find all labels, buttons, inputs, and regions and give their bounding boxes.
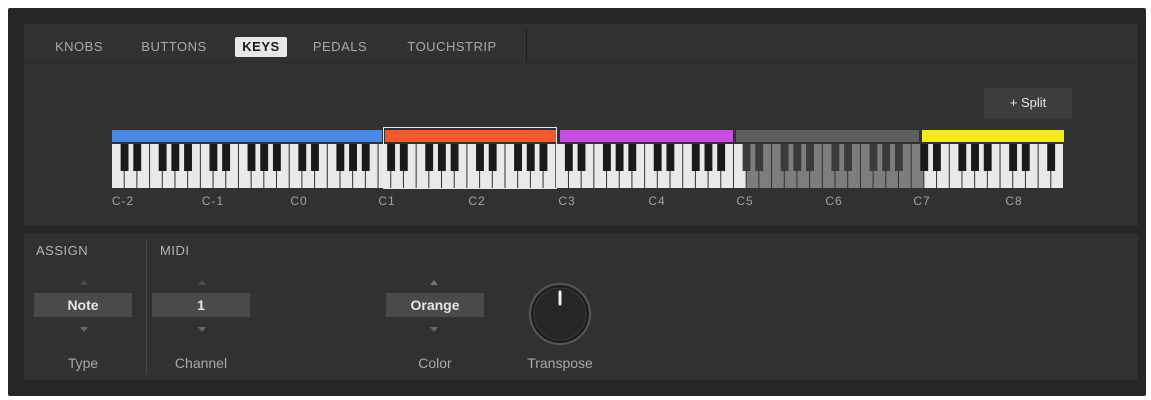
black-key[interactable] [971,144,979,171]
zone-yellow[interactable] [922,130,1064,142]
zone-blue[interactable] [112,130,382,142]
color-down-arrow-icon[interactable] [430,327,438,332]
midi-section-title: MIDI [160,243,190,258]
black-key[interactable] [272,144,281,171]
black-key[interactable] [133,144,142,171]
black-key[interactable] [894,144,903,171]
channel-selector[interactable]: 1 [152,293,250,317]
black-key[interactable] [844,144,853,171]
tab-bar: KNOBS BUTTONS KEYS PEDALS TOUCHSTRIP [24,24,1138,63]
color-selector[interactable]: Orange [386,293,484,317]
black-key[interactable] [920,144,929,171]
piano-keyboard[interactable] [112,144,1064,188]
keyboard-panel: KNOBS BUTTONS KEYS PEDALS TOUCHSTRIP + S… [24,24,1138,226]
octave-labels: C-2 C-1 C0 C1 C2 C3 C4 C5 C6 C7 C8 [24,194,1138,214]
type-down-arrow-icon[interactable] [80,327,88,332]
black-key[interactable] [602,144,611,171]
transpose-label: Transpose [527,355,593,371]
zone-purple[interactable] [560,130,733,142]
assignment-panel: ASSIGN MIDI Note Type 1 Channel Orange C… [24,234,1138,380]
zone-bar [112,130,1064,142]
tab-buttons[interactable]: BUTTONS [130,37,218,57]
assign-section-title: ASSIGN [36,243,89,258]
black-key[interactable] [361,144,370,171]
type-up-arrow-icon[interactable] [80,280,88,285]
black-key[interactable] [209,144,218,171]
black-key[interactable] [158,144,167,171]
transpose-knob[interactable] [528,282,592,346]
black-key[interactable] [120,144,129,171]
black-key[interactable] [184,144,192,171]
octave-label: C-2 [111,194,135,208]
black-key[interactable] [577,144,586,171]
black-key[interactable] [831,144,840,171]
octave-label: C8 [1005,194,1023,208]
black-key[interactable] [260,144,269,171]
black-key[interactable] [793,144,802,171]
type-label: Type [67,355,99,371]
black-key[interactable] [171,144,180,171]
black-key[interactable] [1009,144,1018,171]
octave-label: C7 [913,194,931,208]
octave-label: C3 [558,194,576,208]
split-button[interactable]: + Split [984,88,1072,118]
black-key[interactable] [298,144,307,171]
channel-down-arrow-icon[interactable] [198,327,206,332]
black-key[interactable] [666,144,675,171]
tab-touchstrip[interactable]: TOUCHSTRIP [392,37,512,57]
type-selector[interactable]: Note [34,293,132,317]
octave-label: C6 [825,194,843,208]
zone-gray[interactable] [736,130,919,142]
channel-up-arrow-icon[interactable] [198,280,206,285]
tab-divider [526,29,527,62]
black-key[interactable] [933,144,941,171]
channel-label: Channel [174,355,228,371]
black-key[interactable] [717,144,726,171]
octave-label: C-1 [201,194,225,208]
octave-label: C2 [468,194,486,208]
octave-label: C4 [648,194,666,208]
black-key[interactable] [349,144,357,171]
black-key[interactable] [336,144,345,171]
black-key[interactable] [958,144,967,171]
octave-label: C0 [290,194,308,208]
black-key[interactable] [983,144,992,171]
black-key[interactable] [869,144,878,171]
section-divider [146,240,147,374]
black-key[interactable] [806,144,814,171]
black-key[interactable] [628,144,637,171]
black-key[interactable] [564,144,573,171]
color-up-arrow-icon[interactable] [430,280,438,285]
selected-zone-outline [383,127,557,189]
black-key[interactable] [222,144,231,171]
black-key[interactable] [247,144,256,171]
octave-label: C1 [378,194,396,208]
tab-pedals[interactable]: PEDALS [304,37,376,57]
black-key[interactable] [780,144,789,171]
black-key[interactable] [691,144,700,171]
black-key[interactable] [882,144,891,171]
tab-knobs[interactable]: KNOBS [44,37,114,57]
octave-label: C5 [736,194,754,208]
tab-keys[interactable]: KEYS [235,37,287,57]
black-key[interactable] [615,144,624,171]
black-key[interactable] [704,144,713,171]
black-key[interactable] [653,144,662,171]
black-key[interactable] [742,144,751,171]
color-label: Color [418,355,452,371]
black-key[interactable] [755,144,764,171]
black-key[interactable] [1021,144,1030,171]
black-key[interactable] [311,144,319,171]
keys-settings-window: KNOBS BUTTONS KEYS PEDALS TOUCHSTRIP + S… [8,8,1146,396]
black-key[interactable] [1047,144,1056,171]
